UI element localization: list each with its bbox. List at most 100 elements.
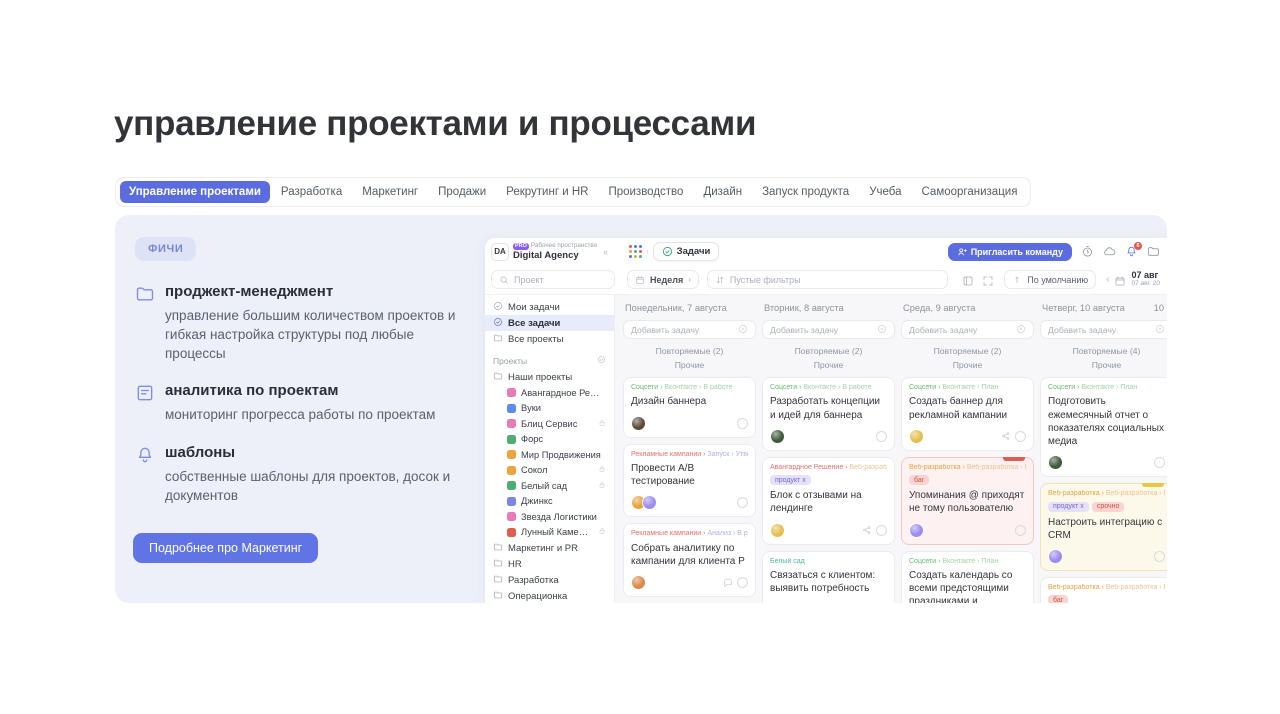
- complete-checkbox[interactable]: [1015, 431, 1026, 442]
- task-card[interactable]: Рекламные кампании › Анализ › В работеСо…: [623, 523, 756, 597]
- card-breadcrumb: Соцсети › Вконтакте › План: [909, 558, 1026, 566]
- category-tab-4[interactable]: Рекрутинг и HR: [497, 181, 597, 203]
- calendar-icon[interactable]: [1114, 274, 1126, 286]
- project-item[interactable]: Лунный Камень Инно...: [485, 525, 614, 541]
- sidebar-item-2[interactable]: Все проекты: [485, 331, 614, 347]
- complete-checkbox[interactable]: [876, 525, 887, 536]
- category-tab-3[interactable]: Продажи: [429, 181, 495, 203]
- group-label[interactable]: Повторяемые (2): [623, 346, 756, 356]
- sidebar-item-label: Мои задачи: [508, 302, 560, 313]
- group-label[interactable]: Прочие: [762, 360, 895, 370]
- task-card[interactable]: Веб-разработка › Веб-разработка › В рабб…: [1040, 577, 1167, 603]
- category-tab-7[interactable]: Запуск продукта: [753, 181, 858, 203]
- cloud-icon[interactable]: [1103, 245, 1116, 258]
- category-tab-9[interactable]: Самоорганизация: [912, 181, 1026, 203]
- card-meta: [631, 575, 748, 590]
- task-card[interactable]: Белый садСвязаться с клиентом: выявить п…: [762, 551, 895, 603]
- task-card[interactable]: Авангардное Решение › Веб-разработка › П…: [762, 457, 895, 545]
- complete-checkbox[interactable]: [737, 418, 748, 429]
- date-display[interactable]: 07 авг 07 авг. 20: [1131, 271, 1160, 287]
- sidebar-folder-item[interactable]: Разработка: [485, 572, 614, 588]
- sort-selector[interactable]: По умолчанию: [1004, 270, 1096, 289]
- project-item[interactable]: Звезда Логистики: [485, 509, 614, 525]
- category-tab-6[interactable]: Дизайн: [694, 181, 751, 203]
- card-assignees: [631, 495, 653, 510]
- project-item[interactable]: Белый сад: [485, 478, 614, 494]
- breadcrumb-segment: Веб-разработка ›: [1048, 584, 1106, 591]
- complete-checkbox[interactable]: [1154, 457, 1165, 468]
- project-item[interactable]: Авангардное Решение: [485, 385, 614, 401]
- workspace-switcher[interactable]: DA PRO Рабочее пространство Digital Agen…: [491, 243, 621, 261]
- project-item[interactable]: Форс: [485, 432, 614, 448]
- date-sublabel: 07 авг. 20: [1131, 281, 1160, 288]
- complete-checkbox[interactable]: [876, 431, 887, 442]
- project-search-input[interactable]: Проект: [491, 270, 615, 289]
- grid-dot: [629, 250, 632, 253]
- category-tab-8[interactable]: Учеба: [860, 181, 910, 203]
- card-tags: баг: [1048, 595, 1165, 603]
- chevron-left-icon[interactable]: ‹: [1106, 274, 1109, 285]
- folder-icon[interactable]: [1147, 245, 1160, 258]
- plus-circle-icon: [1155, 321, 1165, 339]
- project-item[interactable]: Вуки: [485, 401, 614, 417]
- sidebar-folder-item[interactable]: Маркетинг и PR: [485, 540, 614, 556]
- task-card[interactable]: Соцсети › Вконтакте › В работеДизайн бан…: [623, 377, 756, 438]
- tab-tasks[interactable]: Задачи: [653, 242, 720, 261]
- filters-input[interactable]: Пустые фильтры: [707, 270, 948, 289]
- category-tab-2[interactable]: Маркетинг: [353, 181, 427, 203]
- project-item[interactable]: Мир Продвижения: [485, 447, 614, 463]
- add-task-input[interactable]: Добавить задачу: [901, 320, 1034, 339]
- sidebar-folder-item[interactable]: Операционка: [485, 588, 614, 603]
- group-label[interactable]: Повторяемые (4): [1040, 346, 1167, 356]
- group-label[interactable]: Прочие: [623, 360, 756, 370]
- card-title: Разработать концепции и идей для баннера: [770, 395, 887, 421]
- task-card[interactable]: Веб-разработка › Веб-разработка › Планпр…: [1040, 483, 1167, 571]
- notifications-bell-icon[interactable]: 6: [1125, 245, 1138, 258]
- task-card[interactable]: Рекламные кампании › Запуск › Утверждени…: [623, 444, 756, 518]
- task-card[interactable]: Соцсети › Вконтакте › ПланСоздать баннер…: [901, 377, 1034, 451]
- expand-icon[interactable]: [982, 274, 994, 286]
- category-tab-1[interactable]: Разработка: [272, 181, 351, 203]
- breadcrumb-segment: Рекламные кампании ›: [631, 451, 707, 458]
- add-task-input[interactable]: Добавить задачу: [1040, 320, 1167, 339]
- period-selector[interactable]: Неделя ›: [627, 270, 699, 289]
- project-search-placeholder: Проект: [514, 275, 544, 285]
- sidebar-item-0[interactable]: Мои задачи: [485, 299, 614, 315]
- task-card[interactable]: Соцсети › Вконтакте › В работеРазработат…: [762, 377, 895, 451]
- group-label[interactable]: Повторяемые (2): [901, 346, 1034, 356]
- apps-grid-icon[interactable]: [629, 245, 642, 258]
- sidebar-collapse-icon[interactable]: «: [603, 247, 608, 257]
- sidebar-folder-item[interactable]: HR: [485, 556, 614, 572]
- group-label[interactable]: Прочие: [901, 360, 1034, 370]
- sidebar-item-1[interactable]: Все задачи: [485, 315, 614, 331]
- card-meta: [909, 429, 1026, 444]
- category-tab-5[interactable]: Производство: [599, 181, 692, 203]
- group-label[interactable]: Прочие: [1040, 360, 1167, 370]
- project-item[interactable]: Сокол: [485, 463, 614, 479]
- project-item[interactable]: Джинкс: [485, 494, 614, 510]
- feature-description: собственные шаблоны для проектов, досок …: [165, 467, 465, 505]
- task-card[interactable]: Соцсети › Вконтакте › ПланСоздать календ…: [901, 551, 1034, 603]
- complete-checkbox[interactable]: [737, 577, 748, 588]
- plus-circle-icon: [1016, 321, 1026, 339]
- board-view-icon[interactable]: [962, 274, 974, 286]
- group-label[interactable]: Повторяемые (2): [762, 346, 895, 356]
- cta-button[interactable]: Подробнее про Маркетинг: [133, 533, 318, 563]
- project-item[interactable]: Блиц Сервис: [485, 416, 614, 432]
- add-task-input[interactable]: Добавить задачу: [762, 320, 895, 339]
- card-title: Подготовить ежемесячный отчет о показате…: [1048, 395, 1165, 448]
- sidebar-group-our-projects[interactable]: Наши проекты: [485, 369, 614, 385]
- target-icon[interactable]: [597, 355, 606, 366]
- add-task-input[interactable]: Добавить задачу: [623, 320, 756, 339]
- card-title: Настроить интеграцию с CRM: [1048, 516, 1165, 542]
- complete-checkbox[interactable]: [1154, 551, 1165, 562]
- timer-icon[interactable]: [1081, 245, 1094, 258]
- category-tab-0[interactable]: Управление проектами: [120, 181, 270, 203]
- invite-team-button[interactable]: Пригласить команду: [948, 243, 1072, 261]
- complete-checkbox[interactable]: [1015, 525, 1026, 536]
- task-card[interactable]: Соцсети › Вконтакте › ПланПодготовить еж…: [1040, 377, 1167, 477]
- task-card[interactable]: Веб-разработка › Веб-разработка › Планба…: [901, 457, 1034, 545]
- complete-checkbox[interactable]: [737, 497, 748, 508]
- tag-bug: баг: [909, 475, 929, 485]
- card-title: Блок с отзывами на лендинге: [770, 489, 887, 515]
